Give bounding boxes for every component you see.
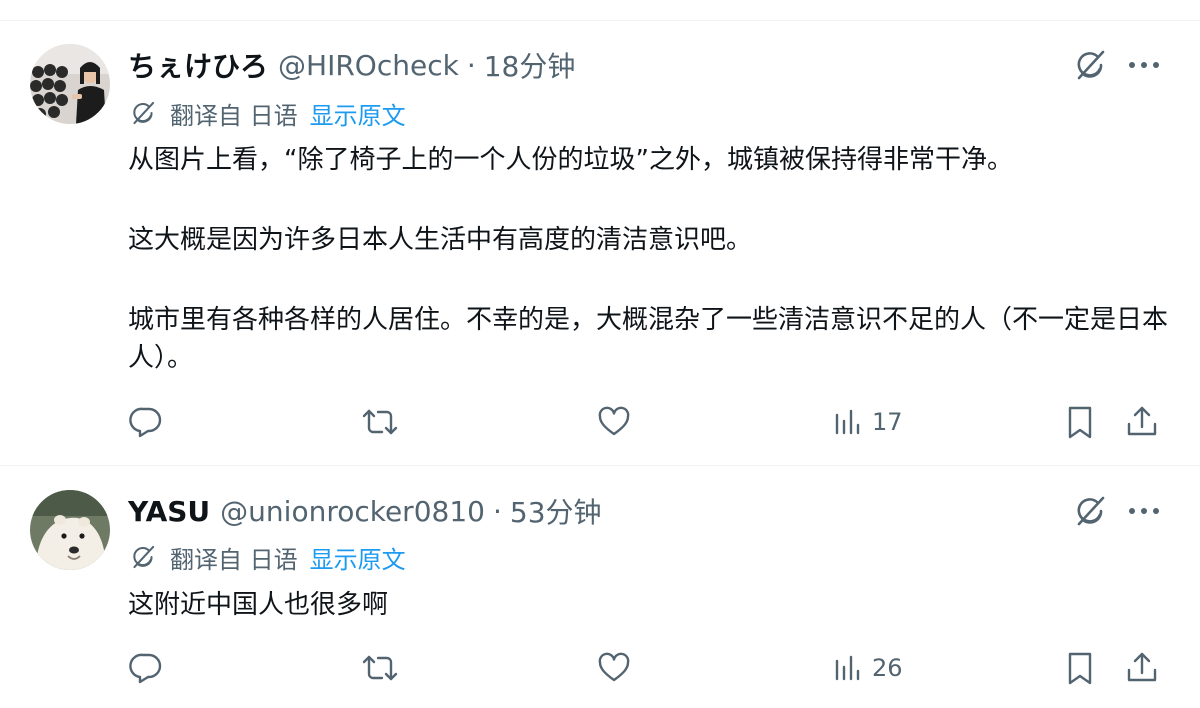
share-button[interactable] bbox=[1124, 397, 1160, 447]
tweet-paragraph: 这附近中国人也很多啊 bbox=[128, 590, 389, 620]
reply-icon bbox=[129, 653, 162, 684]
retweet-button[interactable] bbox=[360, 397, 400, 447]
grok-icon[interactable] bbox=[1070, 491, 1110, 531]
translated-from-label: 翻译自 日语 bbox=[170, 545, 298, 574]
views-button[interactable]: 26 bbox=[832, 643, 903, 693]
translate-icon bbox=[128, 98, 158, 128]
more-dots-icon[interactable] bbox=[1124, 45, 1164, 85]
share-button[interactable] bbox=[1124, 643, 1160, 693]
avatar[interactable] bbox=[30, 490, 110, 570]
views-bar-chart-icon bbox=[835, 655, 860, 681]
tweet-text: 从图片上看，“除了椅子上的一个人份的垃圾”之外，城镇被保持得非常干净。 这大概是… bbox=[128, 141, 1168, 377]
translate-icon bbox=[128, 542, 158, 572]
views-count: 26 bbox=[872, 654, 903, 682]
separator-dot: · bbox=[466, 48, 476, 82]
reply-button[interactable] bbox=[128, 397, 164, 447]
tweet-paragraph: 这大概是因为许多日本人生活中有高度的清洁意识吧。 bbox=[128, 225, 753, 255]
retweet-icon bbox=[362, 409, 398, 435]
share-icon bbox=[1127, 406, 1157, 436]
bookmark-button[interactable] bbox=[1064, 643, 1096, 693]
bookmark-icon bbox=[1068, 652, 1092, 685]
tweet[interactable]: ちぇけひろ @HIROcheck · 18分钟 翻译自 日语 显示原文 从图片上… bbox=[0, 21, 1200, 465]
show-original-link[interactable]: 显示原文 bbox=[310, 540, 406, 575]
translation-notice: 翻译自 日语 显示原文 bbox=[128, 95, 406, 131]
heart-icon bbox=[598, 652, 630, 682]
views-button[interactable]: 17 bbox=[832, 397, 903, 447]
tweet-paragraph: 城市里有各种各样的人居住。不幸的是，大概混杂了一些清洁意识不足的人（不一定是日本… bbox=[128, 305, 1169, 373]
timeline-feed: ちぇけひろ @HIROcheck · 18分钟 翻译自 日语 显示原文 从图片上… bbox=[0, 0, 1200, 708]
reply-icon bbox=[129, 407, 162, 438]
user-handle[interactable]: @HIROcheck bbox=[278, 49, 459, 82]
retweet-icon bbox=[362, 655, 398, 681]
avatar[interactable] bbox=[30, 44, 110, 124]
tweet-actions: 26 bbox=[0, 643, 1200, 693]
views-count: 17 bbox=[872, 408, 903, 436]
tweet-actions: 17 bbox=[0, 397, 1200, 447]
like-button[interactable] bbox=[596, 397, 632, 447]
like-button[interactable] bbox=[596, 643, 632, 693]
tweet-text: 这附近中国人也很多啊 bbox=[128, 586, 1168, 624]
translated-from-label: 翻译自 日语 bbox=[170, 101, 298, 130]
tweet-paragraph: 从图片上看，“除了椅子上的一个人份的垃圾”之外，城镇被保持得非常干净。 bbox=[128, 145, 1013, 175]
show-original-link[interactable]: 显示原文 bbox=[310, 96, 406, 131]
display-name[interactable]: ちぇけひろ bbox=[128, 45, 268, 85]
user-handle[interactable]: @unionrocker0810 bbox=[220, 495, 485, 528]
reply-button[interactable] bbox=[128, 643, 164, 693]
bookmark-icon bbox=[1068, 406, 1092, 439]
timestamp[interactable]: 18分钟 bbox=[484, 45, 576, 85]
bookmark-button[interactable] bbox=[1064, 397, 1096, 447]
translation-notice: 翻译自 日语 显示原文 bbox=[128, 539, 406, 575]
timestamp[interactable]: 53分钟 bbox=[510, 491, 602, 531]
tweet-header: ちぇけひろ @HIROcheck · 18分钟 bbox=[128, 45, 575, 85]
share-icon bbox=[1127, 652, 1157, 682]
tweet-header: YASU @unionrocker0810 · 53分钟 bbox=[128, 491, 602, 531]
heart-icon bbox=[598, 406, 630, 436]
separator-dot: · bbox=[492, 494, 502, 528]
tweet[interactable]: YASU @unionrocker0810 · 53分钟 翻译自 日语 显示原文… bbox=[0, 466, 1200, 708]
grok-icon[interactable] bbox=[1070, 45, 1110, 85]
views-bar-chart-icon bbox=[835, 409, 860, 435]
display-name[interactable]: YASU bbox=[128, 495, 210, 528]
retweet-button[interactable] bbox=[360, 643, 400, 693]
more-dots-icon[interactable] bbox=[1124, 491, 1164, 531]
